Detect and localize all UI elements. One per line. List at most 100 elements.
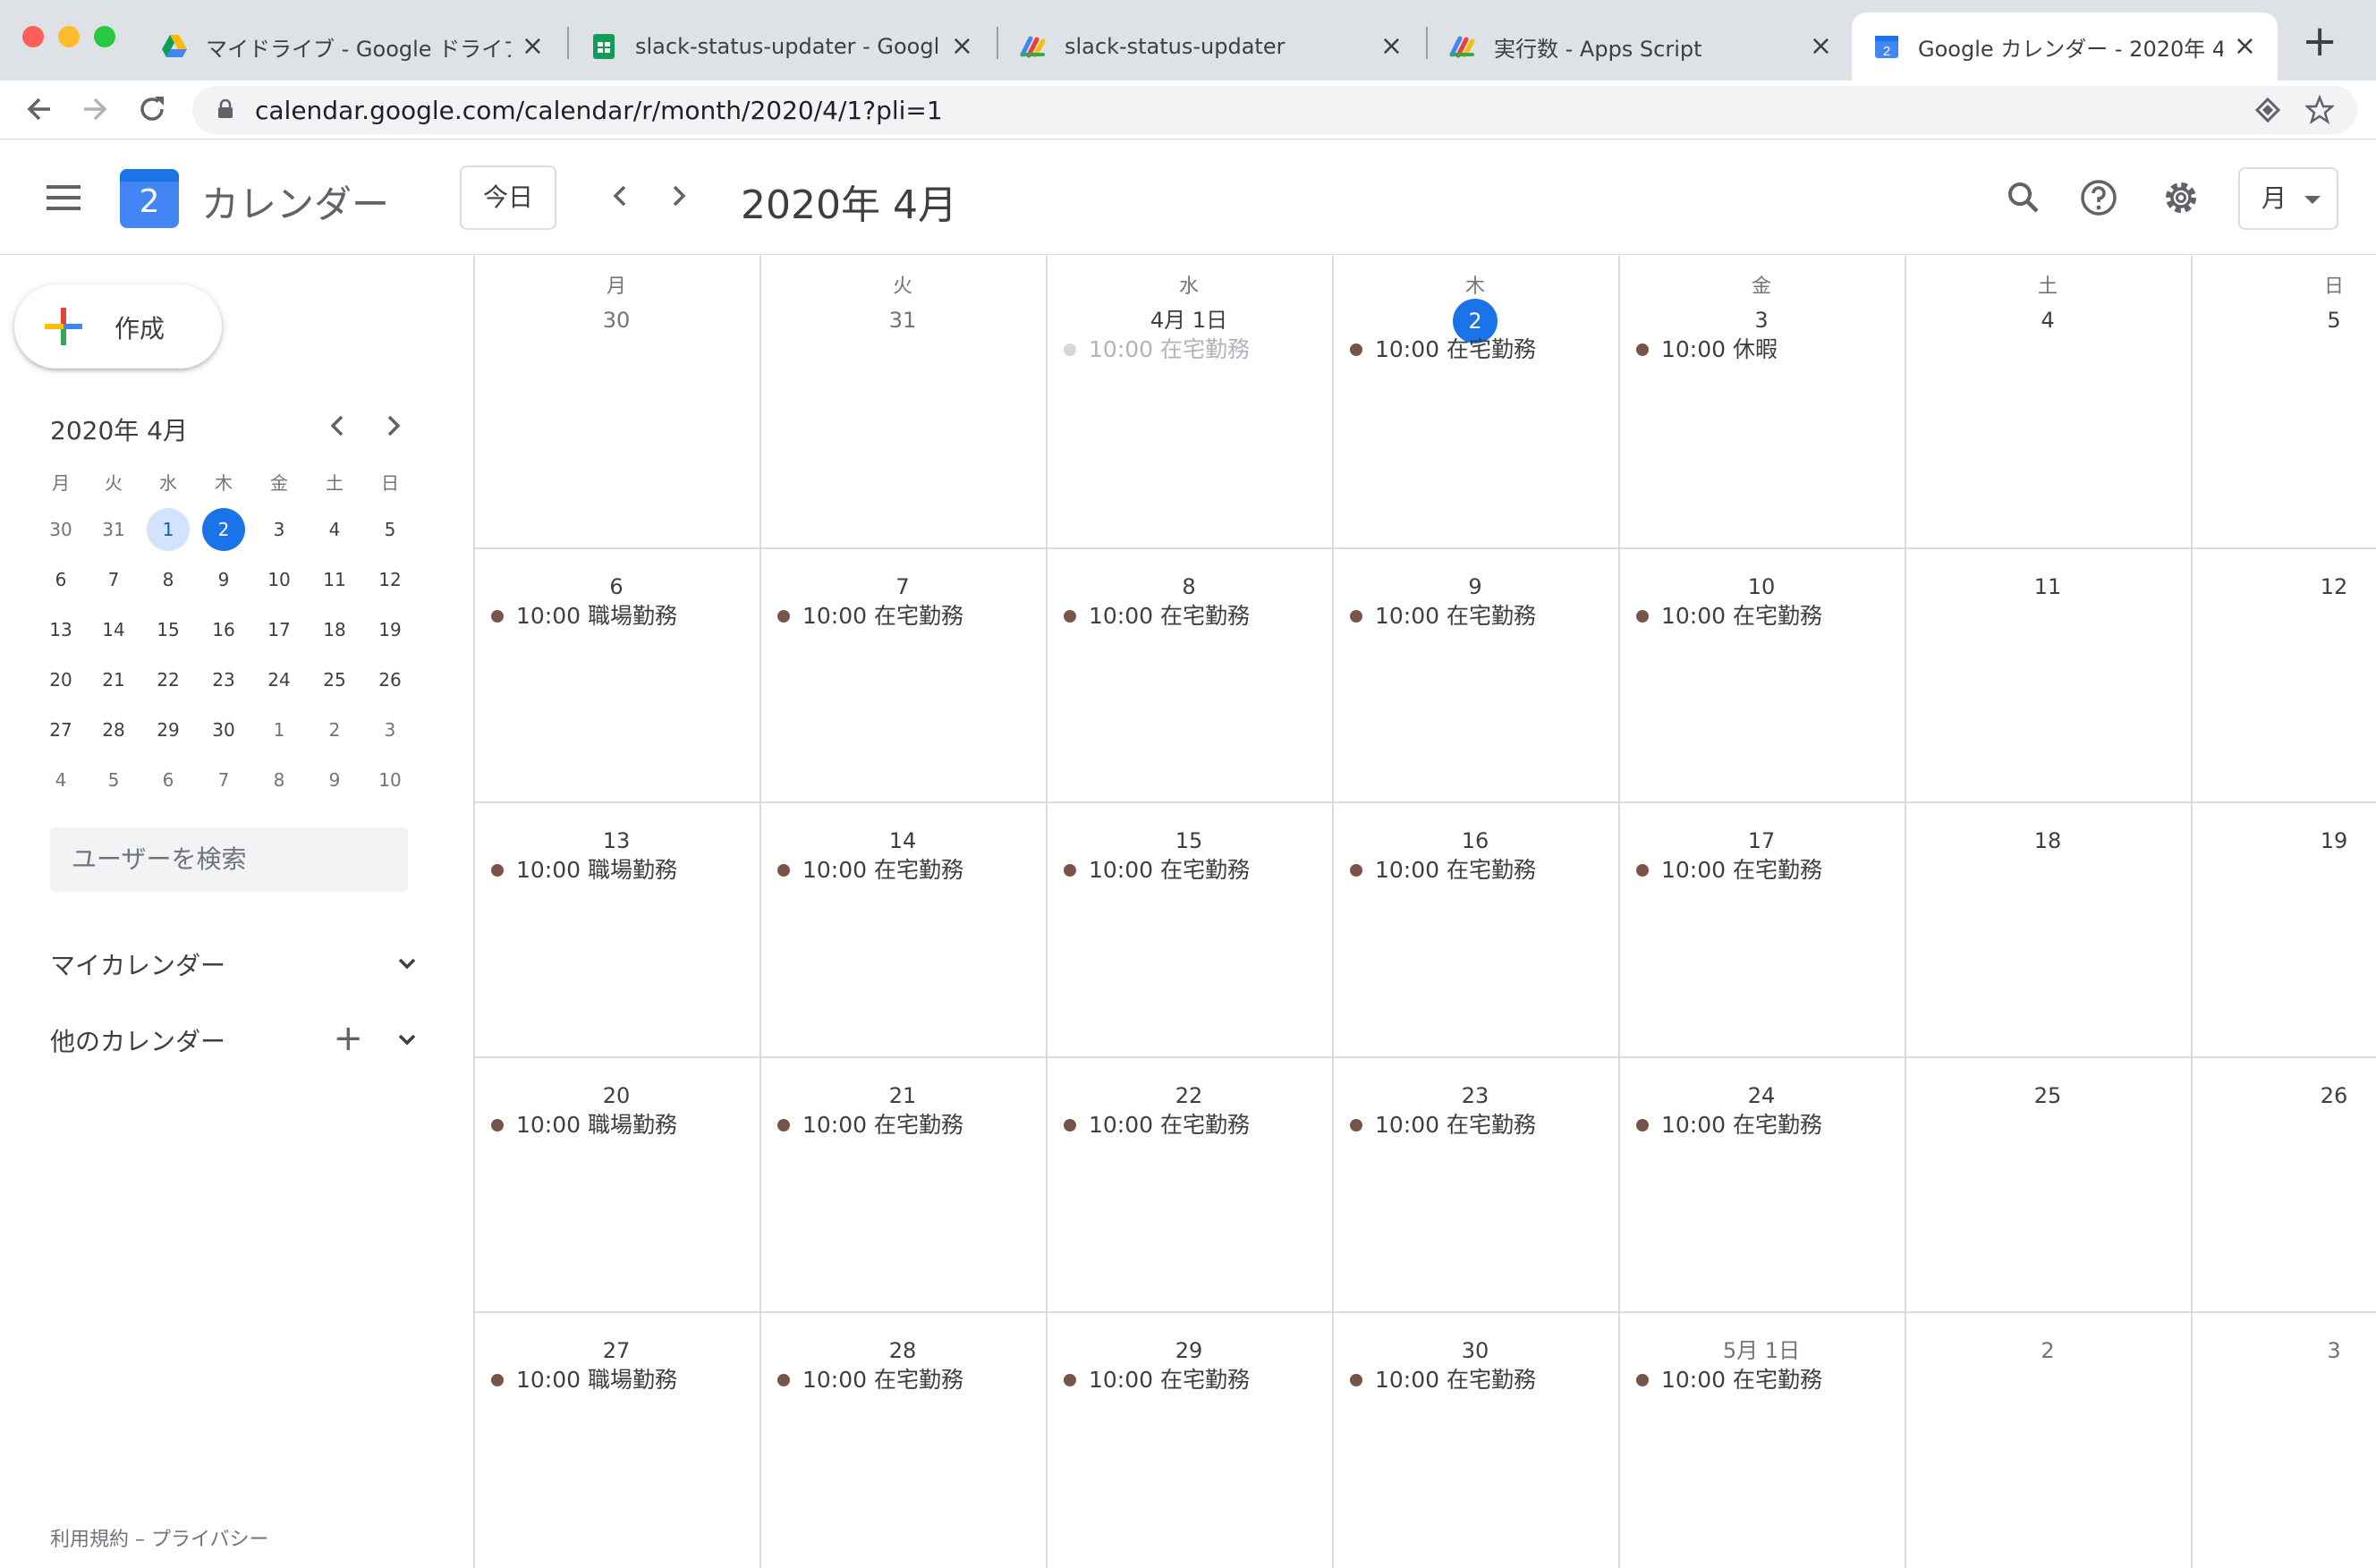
close-icon[interactable]: × <box>1810 33 1832 60</box>
day-number[interactable]: 26 <box>2244 1074 2376 1117</box>
calendar-event[interactable]: 10:00 在宅勤務 <box>1350 335 1536 365</box>
mini-calendar-day[interactable]: 5 <box>369 508 412 551</box>
settings-gear-icon[interactable] <box>2156 173 2206 223</box>
calendar-event[interactable]: 10:00 在宅勤務 <box>777 1365 963 1395</box>
mini-calendar-day[interactable]: 9 <box>313 759 356 801</box>
mini-calendar-day[interactable]: 7 <box>92 558 135 601</box>
calendar-event[interactable]: 10:00 在宅勤務 <box>1350 855 1536 886</box>
mini-next-month-button[interactable] <box>379 408 406 452</box>
mini-calendar-day[interactable]: 2 <box>313 708 356 751</box>
mini-calendar-day[interactable]: 15 <box>147 608 190 651</box>
mini-calendar-day[interactable]: 30 <box>202 708 245 751</box>
mini-calendar-day[interactable]: 20 <box>39 658 82 701</box>
chevron-down-icon[interactable] <box>397 954 417 973</box>
mini-calendar-day[interactable]: 23 <box>202 658 245 701</box>
mini-calendar-day[interactable]: 1 <box>258 708 301 751</box>
mini-calendar-day[interactable]: 10 <box>258 558 301 601</box>
calendar-event[interactable]: 10:00 在宅勤務 <box>777 1110 963 1140</box>
calendar-event[interactable]: 10:00 在宅勤務 <box>1636 1365 1822 1395</box>
browser-tab-drive[interactable]: マイドライブ - Google ドライブ × <box>140 13 565 81</box>
mini-calendar-day[interactable]: 31 <box>92 508 135 551</box>
search-users-input[interactable]: ユーザーを検索 <box>50 827 408 892</box>
calendar-event[interactable]: 10:00 職場勤務 <box>491 1110 677 1140</box>
close-icon[interactable]: × <box>951 33 973 60</box>
mini-calendar-day[interactable]: 16 <box>202 608 245 651</box>
window-maximize-button[interactable] <box>94 26 115 47</box>
day-number[interactable]: 2 <box>1958 1329 2137 1372</box>
browser-tab-executions[interactable]: 実行数 - Apps Script × <box>1428 13 1854 81</box>
mini-calendar-day[interactable]: 2 <box>202 508 245 551</box>
day-number[interactable]: 3 <box>2244 1329 2376 1372</box>
forward-arrow-icon[interactable] <box>77 88 113 140</box>
bookmark-star-icon[interactable] <box>2304 94 2336 132</box>
my-calendars-section[interactable]: マイカレンダー <box>50 941 417 986</box>
mini-calendar-day[interactable]: 6 <box>147 759 190 801</box>
day-number[interactable]: 4 <box>1958 299 2137 342</box>
mini-calendar-day[interactable]: 26 <box>369 658 412 701</box>
mini-calendar-day[interactable]: 4 <box>39 759 82 801</box>
calendar-event[interactable]: 10:00 在宅勤務 <box>777 601 963 631</box>
day-number[interactable]: 19 <box>2244 819 2376 862</box>
calendar-event[interactable]: 10:00 在宅勤務 <box>777 855 963 886</box>
mini-calendar-day[interactable]: 11 <box>313 558 356 601</box>
browser-tab-apps-script[interactable]: slack-status-updater × <box>998 13 1424 81</box>
browser-tab-sheets[interactable]: slack-status-updater - Google × <box>569 13 995 81</box>
mini-calendar-day[interactable]: 21 <box>92 658 135 701</box>
calendar-event[interactable]: 10:00 在宅勤務 <box>1636 855 1822 886</box>
mini-calendar-day[interactable]: 14 <box>92 608 135 651</box>
calendar-event[interactable]: 10:00 在宅勤務 <box>1350 1110 1536 1140</box>
address-bar[interactable]: calendar.google.com/calendar/r/month/202… <box>192 86 2357 134</box>
mini-calendar-day[interactable]: 28 <box>92 708 135 751</box>
calendar-event[interactable]: 10:00 在宅勤務 <box>1064 601 1250 631</box>
mini-calendar-day[interactable]: 13 <box>39 608 82 651</box>
calendar-event[interactable]: 10:00 在宅勤務 <box>1064 1365 1250 1395</box>
calendar-event[interactable]: 10:00 在宅勤務 <box>1350 601 1536 631</box>
terms-privacy-links[interactable]: 利用規約 – プライバシー <box>50 1523 269 1552</box>
new-tab-button[interactable]: + <box>2302 20 2338 63</box>
calendar-event[interactable]: 10:00 職場勤務 <box>491 1365 677 1395</box>
back-arrow-icon[interactable] <box>21 88 57 140</box>
mini-calendar-day[interactable]: 9 <box>202 558 245 601</box>
calendar-event[interactable]: 10:00 在宅勤務 <box>1064 1110 1250 1140</box>
day-number[interactable]: 18 <box>1958 819 2137 862</box>
calendar-event[interactable]: 10:00 職場勤務 <box>491 855 677 886</box>
mini-calendar-day[interactable]: 4 <box>313 508 356 551</box>
mini-calendar-day[interactable]: 7 <box>202 759 245 801</box>
calendar-event[interactable]: 10:00 在宅勤務 <box>1350 1365 1536 1395</box>
calendar-event[interactable]: 10:00 休暇 <box>1636 335 1778 365</box>
add-calendar-plus-icon[interactable]: + <box>333 1017 363 1060</box>
reload-icon[interactable] <box>134 88 170 140</box>
mini-calendar-day[interactable]: 6 <box>39 558 82 601</box>
day-number[interactable]: 12 <box>2244 565 2376 608</box>
mini-calendar-day[interactable]: 30 <box>39 508 82 551</box>
mini-calendar-day[interactable]: 1 <box>147 508 190 551</box>
mini-calendar-day[interactable]: 10 <box>369 759 412 801</box>
mini-calendar-day[interactable]: 17 <box>258 608 301 651</box>
mini-calendar-day[interactable]: 8 <box>258 759 301 801</box>
window-minimize-button[interactable] <box>58 26 80 47</box>
today-button[interactable]: 今日 <box>460 165 556 230</box>
calendar-event[interactable]: 10:00 在宅勤務 <box>1064 335 1250 365</box>
mini-calendar-day[interactable]: 3 <box>258 508 301 551</box>
help-icon[interactable] <box>2074 173 2124 223</box>
view-switcher-dropdown[interactable]: 月 <box>2238 167 2338 230</box>
window-close-button[interactable] <box>22 26 44 47</box>
mini-calendar-day[interactable]: 27 <box>39 708 82 751</box>
close-icon[interactable]: × <box>522 33 544 60</box>
previous-month-button[interactable] <box>608 174 633 227</box>
calendar-event[interactable]: 10:00 在宅勤務 <box>1636 1110 1822 1140</box>
mini-calendar-day[interactable]: 22 <box>147 658 190 701</box>
chevron-down-icon[interactable] <box>397 1030 417 1049</box>
browser-tab-calendar[interactable]: 2 Google カレンダー - 2020年 4月 × <box>1852 13 2278 81</box>
day-number[interactable]: 5 <box>2244 299 2376 342</box>
mini-calendar-day[interactable]: 29 <box>147 708 190 751</box>
close-icon[interactable]: × <box>1380 33 1403 60</box>
day-number[interactable]: 30 <box>527 299 706 342</box>
extension-icon[interactable] <box>2253 94 2282 132</box>
other-calendars-section[interactable]: 他のカレンダー + <box>50 1017 417 1062</box>
mini-calendar-day[interactable]: 19 <box>369 608 412 651</box>
mini-calendar-day[interactable]: 5 <box>92 759 135 801</box>
day-number[interactable]: 11 <box>1958 565 2137 608</box>
mini-calendar-day[interactable]: 18 <box>313 608 356 651</box>
mini-calendar-day[interactable]: 25 <box>313 658 356 701</box>
